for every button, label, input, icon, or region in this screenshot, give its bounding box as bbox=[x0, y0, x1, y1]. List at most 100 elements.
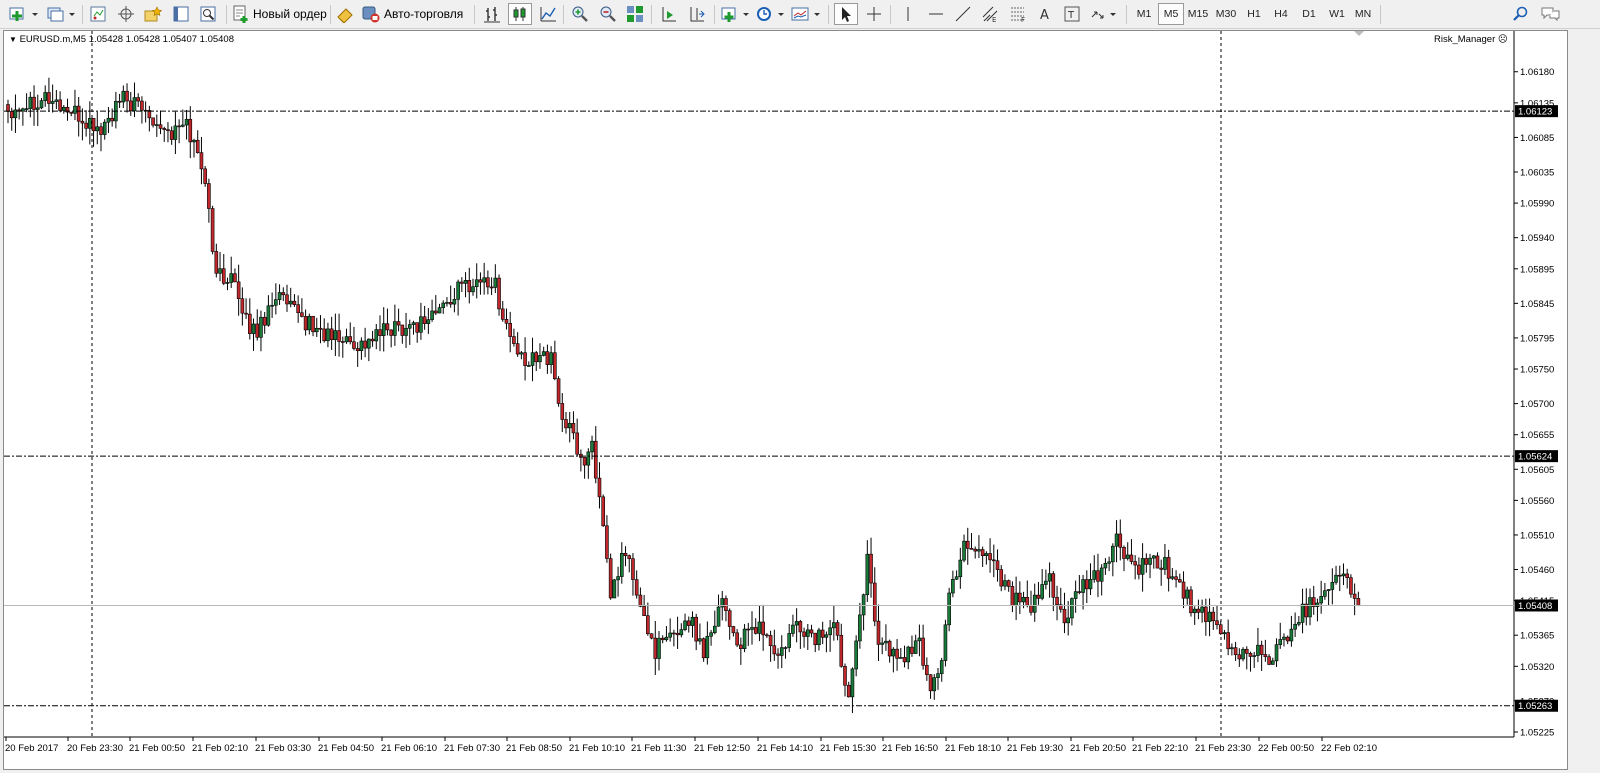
meta-editor-button[interactable] bbox=[334, 3, 356, 25]
navigator-button[interactable] bbox=[142, 3, 164, 25]
price-level-label: 1.05408 bbox=[1518, 601, 1552, 612]
bull-candle bbox=[779, 647, 784, 656]
cursor-button[interactable] bbox=[834, 3, 858, 25]
timeframe-m15-button[interactable]: M15 bbox=[1185, 3, 1211, 25]
timeframe-m1-button[interactable]: M1 bbox=[1131, 3, 1157, 25]
bear-candle bbox=[1029, 605, 1033, 613]
x-tick-label: 21 Feb 22:10 bbox=[1132, 743, 1188, 754]
bull-candle bbox=[567, 423, 572, 429]
timeframe-d1-button[interactable]: D1 bbox=[1296, 3, 1322, 25]
new-chart-button[interactable] bbox=[7, 3, 39, 25]
bear-candle bbox=[140, 100, 144, 111]
line-chart-button[interactable] bbox=[536, 3, 560, 25]
price-chart[interactable]: 1.061801.061351.060851.060351.059901.059… bbox=[4, 31, 1567, 769]
bull-candle bbox=[88, 118, 92, 129]
bear-candle bbox=[497, 277, 501, 310]
bear-candle bbox=[1159, 567, 1163, 570]
search-button[interactable] bbox=[1510, 3, 1532, 25]
y-tick-label: 1.05795 bbox=[1520, 333, 1554, 344]
bear-candle bbox=[731, 626, 736, 634]
bear-candle bbox=[1237, 654, 1242, 660]
bear-candle bbox=[846, 684, 851, 698]
bull-candle bbox=[1151, 555, 1156, 559]
strategy-tester-button[interactable] bbox=[197, 3, 219, 25]
new-order-button[interactable]: Новый ордер bbox=[231, 3, 329, 25]
auto-scroll-button[interactable] bbox=[657, 3, 681, 25]
bear-candle bbox=[448, 302, 453, 305]
candlestick-chart-button[interactable] bbox=[508, 3, 532, 25]
zoom-in-button[interactable] bbox=[568, 3, 592, 25]
data-window-button[interactable] bbox=[115, 3, 137, 25]
bear-candle bbox=[76, 105, 81, 122]
bear-candle bbox=[809, 629, 814, 634]
bear-candle bbox=[422, 316, 427, 324]
bear-candle bbox=[460, 281, 464, 284]
bull-candle bbox=[932, 677, 937, 692]
bear-candle bbox=[136, 97, 140, 102]
bull-candle bbox=[374, 329, 379, 342]
fibonacci-button[interactable]: F bbox=[1006, 3, 1030, 25]
svg-text:E: E bbox=[992, 16, 996, 23]
strategy-tester-icon bbox=[200, 6, 216, 22]
chart-window[interactable]: 1.06180 1.06135 1.06085 1.06035 1.05990 1.059… bbox=[3, 30, 1568, 770]
bull-candle bbox=[861, 594, 866, 616]
bear-candle bbox=[813, 632, 818, 646]
x-tick-label: 22 Feb 02:10 bbox=[1321, 743, 1377, 754]
bull-candle bbox=[917, 637, 922, 642]
profiles-button[interactable] bbox=[44, 3, 76, 25]
bear-candle bbox=[322, 328, 327, 342]
x-tick-label: 21 Feb 06:10 bbox=[381, 743, 437, 754]
y-tick-label: 1.05655 bbox=[1520, 430, 1554, 441]
auto-scroll-icon bbox=[662, 7, 676, 22]
bull-candle bbox=[541, 351, 546, 356]
vertical-line-button[interactable] bbox=[896, 3, 920, 25]
templates-button[interactable] bbox=[790, 3, 822, 25]
bull-candle bbox=[619, 552, 624, 577]
text-button[interactable]: A bbox=[1033, 3, 1057, 25]
bull-candle bbox=[1222, 632, 1227, 635]
horizontal-line-button[interactable] bbox=[924, 3, 948, 25]
symbol-info-text: EURUSD.m,M5 1.05428 1.05428 1.05407 1.05… bbox=[19, 34, 234, 45]
timeframe-h4-button[interactable]: H4 bbox=[1268, 3, 1294, 25]
bear-candle bbox=[1263, 654, 1268, 658]
chat-button[interactable] bbox=[1538, 3, 1562, 25]
bull-candle bbox=[1207, 611, 1212, 622]
trendline-button[interactable] bbox=[951, 3, 975, 25]
market-watch-button[interactable] bbox=[87, 3, 109, 25]
bull-candle bbox=[1003, 580, 1007, 587]
bear-candle bbox=[660, 637, 665, 641]
chart-shift-marker[interactable] bbox=[1354, 31, 1364, 36]
text-label-button[interactable]: T bbox=[1060, 3, 1084, 25]
tile-windows-button[interactable] bbox=[623, 3, 647, 25]
arrows-button[interactable] bbox=[1088, 3, 1118, 25]
indicators-button[interactable] bbox=[719, 3, 751, 25]
bull-candle bbox=[690, 616, 695, 626]
bear-candle bbox=[556, 378, 561, 404]
timeframe-mn-button[interactable]: MN bbox=[1350, 3, 1376, 25]
bear-candle bbox=[1155, 555, 1160, 569]
bear-candle bbox=[642, 606, 646, 616]
chart-shift-button[interactable] bbox=[685, 3, 709, 25]
bar-chart-button[interactable] bbox=[480, 3, 504, 25]
timeframe-h1-button[interactable]: H1 bbox=[1241, 3, 1267, 25]
bear-candle bbox=[99, 126, 103, 135]
timeframe-w1-button[interactable]: W1 bbox=[1324, 3, 1350, 25]
terminal-button[interactable] bbox=[170, 3, 192, 25]
y-tick-label: 1.05750 bbox=[1520, 365, 1554, 376]
equidistant-channel-button[interactable]: E bbox=[978, 3, 1002, 25]
autotrading-button[interactable]: Авто-торговля bbox=[361, 3, 465, 25]
crosshair-icon bbox=[867, 7, 881, 21]
crosshair-target-icon bbox=[118, 6, 134, 22]
bear-candle bbox=[233, 273, 237, 283]
timeframe-m5-button[interactable]: M5 bbox=[1158, 3, 1184, 25]
bull-candle bbox=[1066, 617, 1070, 624]
chart-menu-arrow-icon[interactable]: ▼ bbox=[9, 35, 17, 44]
bear-candle bbox=[58, 99, 62, 111]
candles bbox=[6, 77, 1361, 714]
crosshair-button[interactable] bbox=[862, 3, 886, 25]
timeframe-m30-button[interactable]: M30 bbox=[1213, 3, 1239, 25]
periods-button[interactable] bbox=[754, 3, 786, 25]
zoom-out-button[interactable] bbox=[596, 3, 620, 25]
risk-manager-indicator[interactable]: Risk_Manager ☹ bbox=[1434, 34, 1508, 45]
bull-candle bbox=[906, 646, 911, 663]
